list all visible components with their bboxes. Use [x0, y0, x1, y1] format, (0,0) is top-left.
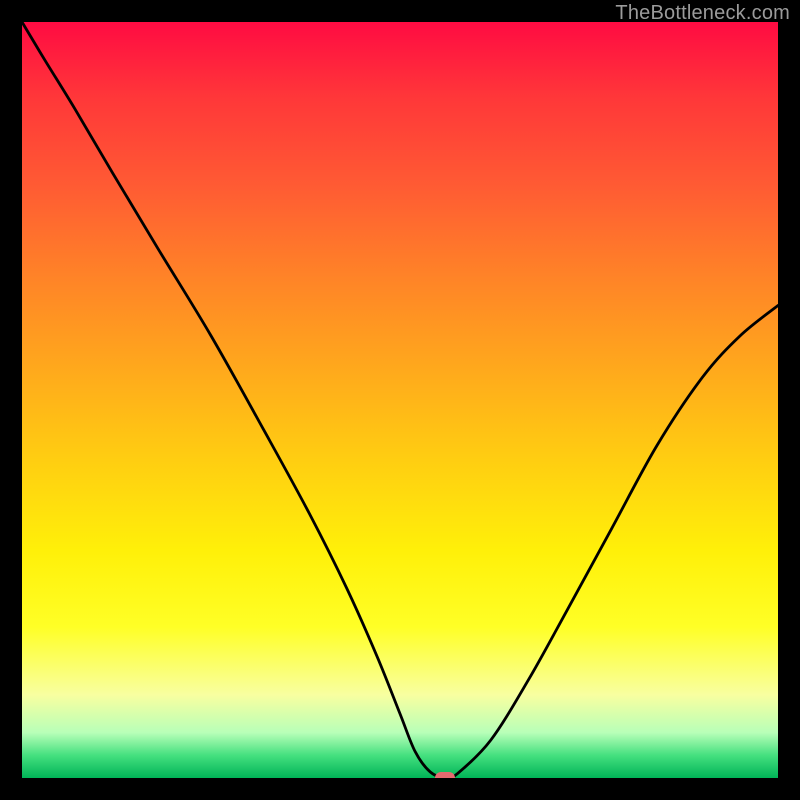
plot-area [22, 22, 778, 778]
chart-stage: TheBottleneck.com [0, 0, 800, 800]
bottleneck-curve [22, 22, 778, 778]
minimum-marker [435, 772, 455, 778]
